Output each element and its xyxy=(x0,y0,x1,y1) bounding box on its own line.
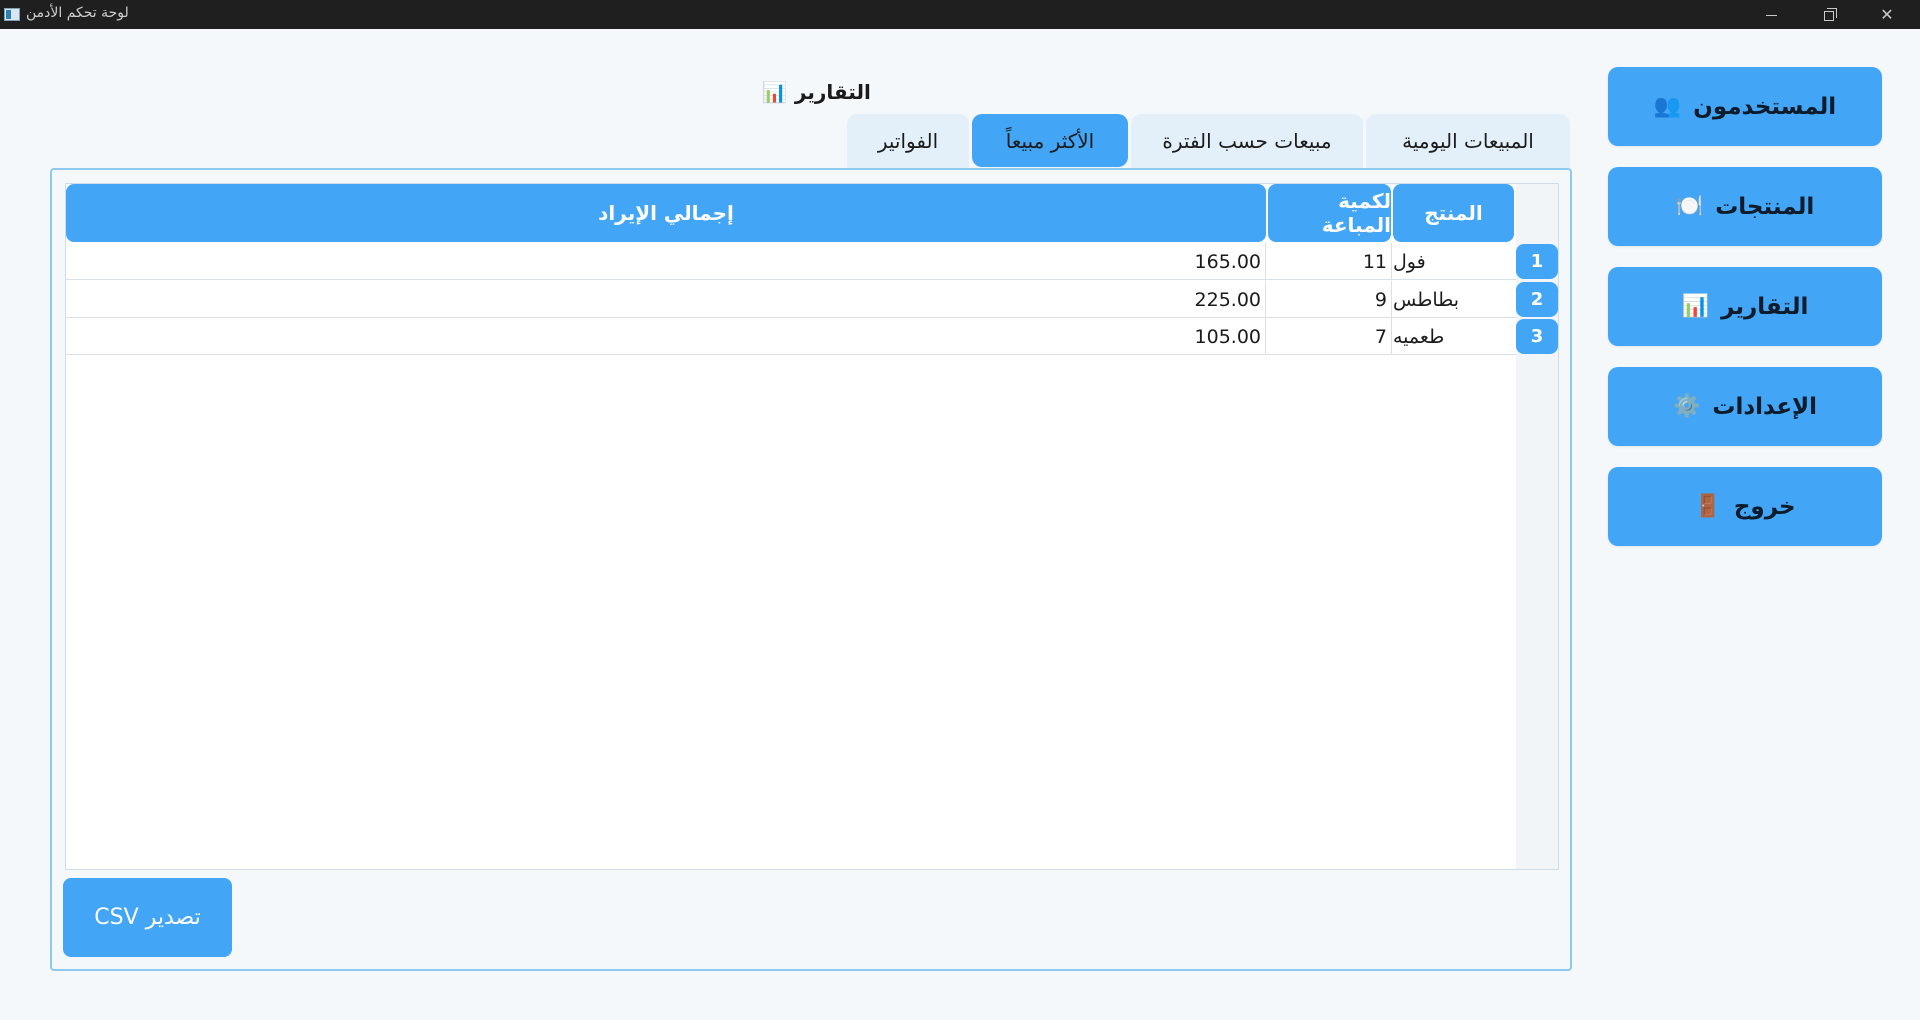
table-row[interactable]: 105.00 7 طعميه xyxy=(66,318,1516,355)
cell-quantity[interactable]: 7 xyxy=(1267,318,1392,355)
nav-products-button[interactable]: المنتجات 🍽️ xyxy=(1608,167,1882,246)
cell-product[interactable]: بطاطس xyxy=(1393,281,1516,318)
nav-users-label: المستخدمون xyxy=(1693,93,1837,120)
nav-settings-button[interactable]: الإعدادات ⚙️ xyxy=(1608,367,1882,446)
cell-revenue[interactable]: 105.00 xyxy=(66,318,1266,355)
bar-chart-icon: 📊 xyxy=(1681,294,1710,319)
cell-product[interactable]: فول xyxy=(1393,243,1516,280)
tab-daily-sales[interactable]: المبيعات اليومية xyxy=(1366,114,1570,168)
nav-users-button[interactable]: المستخدمون 👥 xyxy=(1608,67,1882,146)
row-number[interactable]: 1 xyxy=(1516,244,1558,279)
table-row[interactable]: 165.00 11 فول xyxy=(66,243,1516,280)
column-header-product[interactable]: المنتج xyxy=(1393,184,1514,242)
nav-products-label: المنتجات xyxy=(1715,193,1815,220)
door-icon: 🚪 xyxy=(1694,494,1722,519)
page-title-label: التقارير xyxy=(794,80,871,104)
close-button[interactable]: ✕ xyxy=(1858,0,1916,29)
tab-best-sellers[interactable]: الأكثر مبيعاً xyxy=(972,114,1128,167)
plate-icon: 🍽️ xyxy=(1675,194,1704,219)
app-icon xyxy=(4,8,20,21)
table-row[interactable]: 225.00 9 بطاطس xyxy=(66,281,1516,318)
minimize-icon xyxy=(1765,15,1777,16)
column-header-revenue[interactable]: إجمالي الإيراد xyxy=(66,184,1266,242)
export-csv-button[interactable]: تصدير CSV xyxy=(63,878,232,957)
nav-reports-label: التقارير xyxy=(1721,293,1809,320)
nav-settings-label: الإعدادات xyxy=(1712,393,1818,420)
close-icon: ✕ xyxy=(1880,5,1894,24)
restore-icon xyxy=(1824,7,1837,21)
nav-exit-label: خروج xyxy=(1733,493,1796,520)
bar-chart-icon: 📊 xyxy=(762,80,787,104)
restore-button[interactable] xyxy=(1800,0,1858,29)
window-titlebar: لوحة تحكم الأدمن ✕ xyxy=(0,0,1920,29)
column-header-quantity[interactable]: لكمية المباعة xyxy=(1268,184,1391,242)
cell-quantity[interactable]: 9 xyxy=(1267,281,1392,318)
cell-product[interactable]: طعميه xyxy=(1393,318,1516,355)
window-title: لوحة تحكم الأدمن xyxy=(26,5,129,21)
users-icon: 👥 xyxy=(1653,94,1682,119)
minimize-button[interactable] xyxy=(1742,0,1800,29)
tab-sales-by-period[interactable]: مبيعات حسب الفترة xyxy=(1131,114,1363,168)
cell-revenue[interactable]: 225.00 xyxy=(66,281,1266,318)
tab-invoices[interactable]: الفواتير xyxy=(847,114,969,168)
page-title: التقارير 📊 xyxy=(762,80,871,104)
gear-icon: ⚙️ xyxy=(1672,394,1701,419)
row-number[interactable]: 2 xyxy=(1516,282,1558,317)
nav-exit-button[interactable]: خروج 🚪 xyxy=(1608,467,1882,546)
row-number[interactable]: 3 xyxy=(1516,319,1558,354)
cell-revenue[interactable]: 165.00 xyxy=(66,243,1266,280)
cell-quantity[interactable]: 11 xyxy=(1267,243,1392,280)
nav-reports-button[interactable]: التقارير 📊 xyxy=(1608,267,1882,346)
